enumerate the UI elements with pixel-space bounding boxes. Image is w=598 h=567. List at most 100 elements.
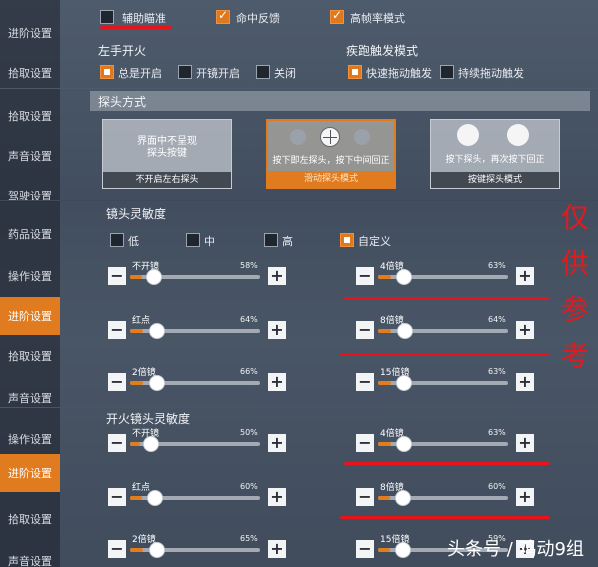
peek-card-off-footer: 不开启左右探头 (103, 172, 231, 188)
peek-title: 探头方式 (98, 95, 147, 109)
slider-knob[interactable] (149, 323, 165, 339)
sprint-hold-checkbox[interactable] (440, 65, 454, 79)
increase-button[interactable]: + (268, 434, 286, 452)
highlight-underline (340, 516, 550, 519)
fire-sens-title: 开火镜头灵敏度 (106, 412, 191, 426)
decrease-button[interactable]: − (356, 434, 374, 452)
peek-card-slide-text: 按下即左探头，按下中间回正 (272, 156, 390, 166)
slider-knob[interactable] (149, 542, 165, 558)
aim-assist-checkbox[interactable] (100, 10, 114, 24)
slider-track[interactable] (130, 323, 260, 339)
sidebar-item-advanced[interactable]: 进阶设置 (0, 14, 60, 52)
sidebar-item-pickup[interactable]: 拾取设置 (0, 54, 60, 88)
increase-button[interactable]: + (268, 321, 286, 339)
camera-sens-title: 镜头灵敏度 (106, 207, 167, 221)
slider-fill (130, 496, 142, 500)
decrease-button[interactable]: − (356, 373, 374, 391)
slider-track[interactable] (130, 542, 260, 558)
slider-track[interactable] (378, 269, 508, 285)
slider-knob[interactable] (396, 375, 412, 391)
sidebar-item-sound[interactable]: 声音设置 (0, 542, 60, 567)
increase-button[interactable]: + (516, 321, 534, 339)
sens-mid-label: 中 (204, 235, 215, 248)
slider-knob[interactable] (143, 436, 159, 452)
slider-track[interactable] (130, 269, 260, 285)
slider-knob[interactable] (395, 490, 411, 506)
slider-fill (130, 442, 140, 446)
slider-track[interactable] (130, 490, 260, 506)
increase-button[interactable]: + (516, 488, 534, 506)
panel-advanced-top: 进阶设置 拾取设置 辅助瞄准 命中反馈 高帧率模式 左手开火 总是开启 开镜开启… (0, 0, 598, 88)
slider-knob[interactable] (396, 269, 412, 285)
sidebar-item-pickup[interactable]: 拾取设置 (0, 337, 60, 375)
left-fire-always-checkbox[interactable] (100, 65, 114, 79)
slider-track[interactable] (378, 375, 508, 391)
peek-card-button-text: 按下探头，再次按下回正 (445, 155, 545, 165)
decrease-button[interactable]: − (356, 321, 374, 339)
decrease-button[interactable]: − (108, 267, 126, 285)
sidebar: 拾取设置 声音设置 驾驶设置 (0, 89, 60, 200)
slider-percent: 65% (240, 534, 258, 543)
peek-right-icon (354, 129, 370, 145)
sidebar: 药品设置 操作设置 进阶设置 拾取设置 声音设置 (0, 201, 60, 407)
decrease-button[interactable]: − (108, 321, 126, 339)
increase-button[interactable]: + (268, 488, 286, 506)
sidebar-item-advanced[interactable]: 进阶设置 (0, 297, 60, 335)
sens-custom-checkbox[interactable] (340, 233, 354, 247)
slider-fill (130, 329, 143, 333)
left-fire-off-label: 关闭 (274, 67, 296, 80)
slider-knob[interactable] (397, 323, 413, 339)
slider-knob[interactable] (149, 375, 165, 391)
sidebar-item-pickup[interactable]: 拾取设置 (0, 97, 60, 135)
peek-card-button[interactable]: 按下探头，再次按下回正 按键探头模式 (430, 119, 560, 189)
slider-fill (378, 381, 391, 385)
sidebar-item-pickup[interactable]: 拾取设置 (0, 500, 60, 538)
decrease-button[interactable]: − (356, 488, 374, 506)
sprint-quick-checkbox[interactable] (348, 65, 362, 79)
lean-left-icon (457, 124, 479, 146)
slider-fill (130, 275, 142, 279)
sidebar-item-sound[interactable]: 声音设置 (0, 379, 60, 407)
sidebar-item-controls[interactable]: 操作设置 (0, 420, 60, 458)
decrease-button[interactable]: − (108, 540, 126, 558)
sidebar-item-controls[interactable]: 操作设置 (0, 257, 60, 295)
increase-button[interactable]: + (516, 267, 534, 285)
slider-track[interactable] (378, 436, 508, 452)
slider-track[interactable] (130, 375, 260, 391)
decrease-button[interactable]: − (108, 373, 126, 391)
sidebar-item-medicine[interactable]: 药品设置 (0, 215, 60, 253)
increase-button[interactable]: + (268, 540, 286, 558)
sidebar-item-driving[interactable]: 驾驶设置 (0, 177, 60, 200)
decrease-button[interactable]: − (356, 267, 374, 285)
sens-high-checkbox[interactable] (264, 233, 278, 247)
slider-knob[interactable] (396, 436, 412, 452)
section-header-bar (90, 91, 590, 111)
increase-button[interactable]: + (516, 434, 534, 452)
highlight-underline (344, 462, 550, 465)
slider-knob[interactable] (147, 490, 163, 506)
left-fire-scope-label: 开镜开启 (196, 67, 240, 80)
high-fps-checkbox[interactable] (330, 8, 344, 24)
sidebar-item-advanced[interactable]: 进阶设置 (0, 454, 60, 492)
sidebar-item-sound[interactable]: 声音设置 (0, 137, 60, 175)
slider-track[interactable] (378, 490, 508, 506)
slider-track[interactable] (130, 436, 260, 452)
increase-button[interactable]: + (268, 267, 286, 285)
decrease-button[interactable]: − (108, 488, 126, 506)
slider-percent: 64% (240, 315, 258, 324)
sens-low-checkbox[interactable] (110, 233, 124, 247)
left-fire-off-checkbox[interactable] (256, 65, 270, 79)
slider-track[interactable] (378, 323, 508, 339)
slider-knob[interactable] (395, 542, 411, 558)
peek-card-off[interactable]: 界面中不呈现 探头按键 不开启左右探头 (102, 119, 232, 189)
aim-assist-label: 辅助瞄准 (122, 12, 166, 25)
increase-button[interactable]: + (268, 373, 286, 391)
decrease-button[interactable]: − (356, 540, 374, 558)
slider-knob[interactable] (146, 269, 162, 285)
decrease-button[interactable]: − (108, 434, 126, 452)
sens-mid-checkbox[interactable] (186, 233, 200, 247)
left-fire-scope-checkbox[interactable] (178, 65, 192, 79)
peek-card-slide[interactable]: 按下即左探头，按下中间回正 滑动探头模式 (266, 119, 396, 189)
increase-button[interactable]: + (516, 373, 534, 391)
hit-feedback-checkbox[interactable] (216, 8, 230, 24)
